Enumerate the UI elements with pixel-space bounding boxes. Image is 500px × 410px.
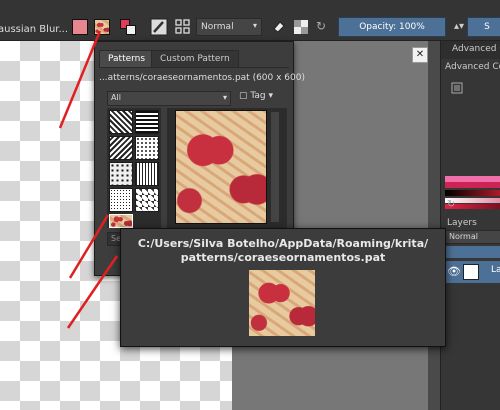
annotation-arrow-1: [58, 30, 102, 129]
annotation-arrows: [58, 30, 119, 329]
annotation-arrow-2: [68, 214, 110, 279]
